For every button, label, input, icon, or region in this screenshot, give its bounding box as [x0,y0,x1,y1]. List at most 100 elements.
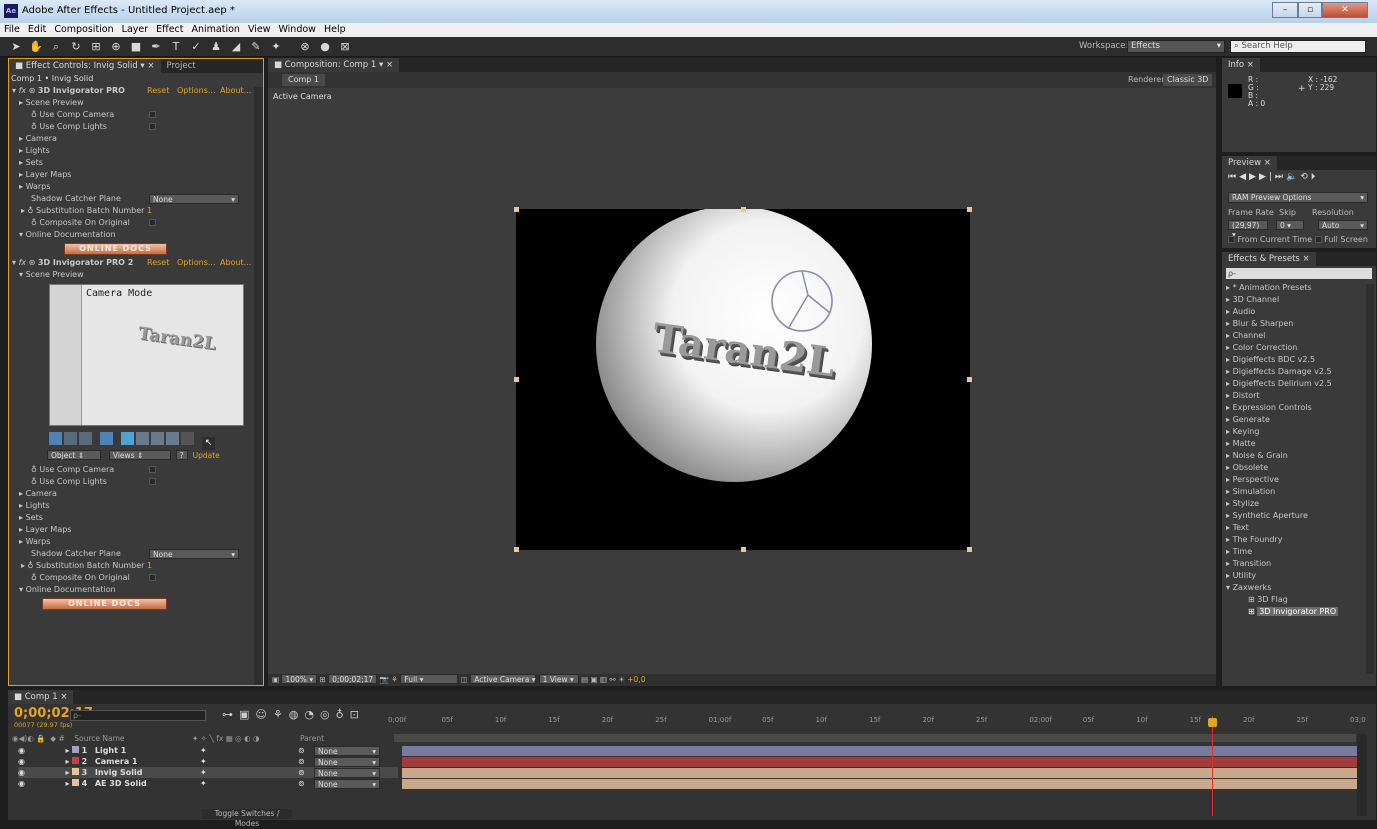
effect-category-item[interactable]: ▸ The Foundry [1222,534,1376,546]
effect-category-item[interactable]: ▸ Channel [1222,330,1376,342]
roto-brush-tool-icon[interactable]: ✎ [249,40,263,54]
menu-layer[interactable]: Layer [118,23,153,36]
from-current-checkbox[interactable] [1228,236,1235,243]
eye-icon[interactable]: ◉ [18,768,25,777]
pan-behind-tool-icon[interactable]: ⊕ [109,40,123,54]
effect1-sets[interactable]: ▸ Sets [9,157,263,169]
effect1-warps[interactable]: ▸ Warps [9,181,263,193]
playhead-icon[interactable] [1208,718,1217,727]
tab-comp1[interactable]: ■ Comp 1 × [8,690,74,704]
hand-tool-icon[interactable]: ✋ [29,40,43,54]
effect-controls-scrollbar[interactable] [254,87,263,685]
world-axis-icon[interactable]: ● [318,40,332,54]
layer-duration-bar[interactable] [402,757,1357,767]
light-gizmo-icon[interactable] [770,269,834,333]
camera-zoom-tool-icon[interactable] [166,432,179,445]
toggle-pixel-icon[interactable]: ▤ ▣ ▥ ⚯ ☀ [581,675,625,684]
menu-edit[interactable]: Edit [24,23,50,36]
effect1-options-link[interactable]: Options... [177,85,216,97]
next-frame-icon[interactable]: ▶| [1259,172,1275,182]
checkbox[interactable] [149,123,156,130]
toggle-switches-modes-button[interactable]: Toggle Switches / Modes [202,809,292,828]
effect-category-item[interactable]: ▸ Expression Controls [1222,402,1376,414]
help-button[interactable]: ? [175,450,188,460]
effect-category-item[interactable]: ▸ Perspective [1222,474,1376,486]
twirl-icon[interactable]: ▸ [66,768,70,777]
eye-icon[interactable]: ◉ [18,757,25,766]
eye-icon[interactable]: ◉ [18,746,25,755]
effect2-composite-on-original[interactable]: ♁ Composite On Original [9,572,263,584]
object-scale-tool-icon[interactable] [79,432,92,445]
camera-orbit-tool-icon[interactable] [121,432,134,445]
layer-duration-bar[interactable] [402,746,1357,756]
checkbox[interactable] [149,574,156,581]
last-frame-icon[interactable]: ⏭ [1275,172,1286,182]
effect2-reset-link[interactable]: Reset [147,257,169,269]
menu-effect[interactable]: Effect [152,23,187,36]
label-color-swatch[interactable] [72,757,80,764]
effect-category-item[interactable]: ▸ Digieffects BDC v2.5 [1222,354,1376,366]
shadow-catcher-dropdown[interactable]: None ▾ [149,549,239,559]
effect-category-item[interactable]: ▸ 3D Channel [1222,294,1376,306]
effect-category-item[interactable]: ▸ Keying [1222,426,1376,438]
parent-pick-whip-icon[interactable]: ⊚ [298,745,305,756]
effect-category-item[interactable]: ▸ Simulation [1222,486,1376,498]
comp-tab-button[interactable]: Comp 1 [282,74,325,86]
effect2-header[interactable]: ▾ fx ⊛ 3D Invigorator PRO 2 Reset Option… [9,257,263,269]
twirl-icon[interactable]: ▸ [66,757,70,766]
rotate-tool-icon[interactable]: ↻ [69,40,83,54]
parent-pick-whip-icon[interactable]: ⊚ [298,767,305,778]
effect-category-item[interactable]: ▸ Matte [1222,438,1376,450]
exposure-value[interactable]: +0,0 [627,675,645,684]
pen-tool-icon[interactable]: ✒ [149,40,163,54]
effect-category-item[interactable]: ▸ Synthetic Aperture [1222,510,1376,522]
selection-tool-icon[interactable]: ➤ [9,40,23,54]
ram-preview-dropdown[interactable]: RAM Preview Options ▾ [1228,192,1368,203]
batch-value[interactable]: 1 [147,561,152,570]
camera-dolly-tool-icon[interactable] [151,432,164,445]
effects-search-input[interactable]: ρ- [1226,268,1372,279]
zoom-dropdown[interactable]: 100% ▾ [281,674,318,684]
tab-project[interactable]: Project [161,59,202,73]
rectangle-tool-icon[interactable]: ■ [129,40,143,54]
clone-stamp-tool-icon[interactable]: ♟ [209,40,223,54]
effect1-layer-maps[interactable]: ▸ Layer Maps [9,169,263,181]
tab-preview[interactable]: Preview × [1222,156,1277,170]
effect1-use-comp-camera[interactable]: ♁ Use Comp Camera [9,109,263,121]
timeline-layer-row[interactable]: ◉ ▸ 1 Light 1 ✦ ⊚ None ▾ [18,745,398,756]
menu-composition[interactable]: Composition [50,23,117,36]
region-icon[interactable]: ◫ [461,675,468,684]
effect-preset-item[interactable]: ⊞ 3D Invigorator PRO [1222,606,1376,618]
resolution-dropdown[interactable]: Full ▾ [400,674,459,684]
pointer-tool-icon[interactable]: ↖ [202,437,215,450]
views-layout-dropdown[interactable]: 1 View ▾ [538,674,579,684]
composition-canvas[interactable]: Taran2L [516,209,970,550]
zoom-tool-icon[interactable]: ⌕ [49,40,63,54]
layer-duration-bar[interactable] [402,779,1357,789]
layer-switches[interactable]: ✦ [200,767,207,778]
timeline-scrollbar[interactable] [1357,734,1367,816]
skip-dropdown[interactable]: 0 ▾ [1276,220,1304,230]
effect1-lights[interactable]: ▸ Lights [9,145,263,157]
effect-category-item[interactable]: ▸ Generate [1222,414,1376,426]
renderer-button[interactable]: Classic 3D [1163,74,1213,86]
shy-icon[interactable]: ☺ [255,708,272,721]
eraser-tool-icon[interactable]: ◢ [229,40,243,54]
parent-dropdown[interactable]: None ▾ [314,746,380,756]
menu-file[interactable]: File [0,23,24,36]
prev-frame-icon[interactable]: ◀ [1239,172,1249,182]
effect2-use-comp-camera[interactable]: ♁ Use Comp Camera [9,464,263,476]
close-button[interactable]: ✕ [1322,2,1368,18]
timeline-layer-row[interactable]: ◉ ▸ 4 AE 3D Solid ✦ ⊚ None ▾ [18,778,398,789]
eye-icon[interactable]: ◉ [18,779,25,788]
draft-3d-icon[interactable]: ▣ [239,708,255,721]
effect1-scene-preview[interactable]: ▸ Scene Preview [9,97,263,109]
timecode-button[interactable]: 0;00;02;17 [328,674,378,684]
twirl-icon[interactable]: ▸ [66,779,70,788]
checkbox[interactable] [149,466,156,473]
parent-pick-whip-icon[interactable]: ⊚ [298,756,305,767]
search-help-input[interactable]: ⌕ Search Help [1230,40,1366,53]
effect2-substitution-batch[interactable]: ▸ ♁ Substitution Batch Number 1 [9,560,263,572]
effect-category-item[interactable]: ▸ Text [1222,522,1376,534]
grid-icon[interactable]: ⊞ [319,675,325,684]
